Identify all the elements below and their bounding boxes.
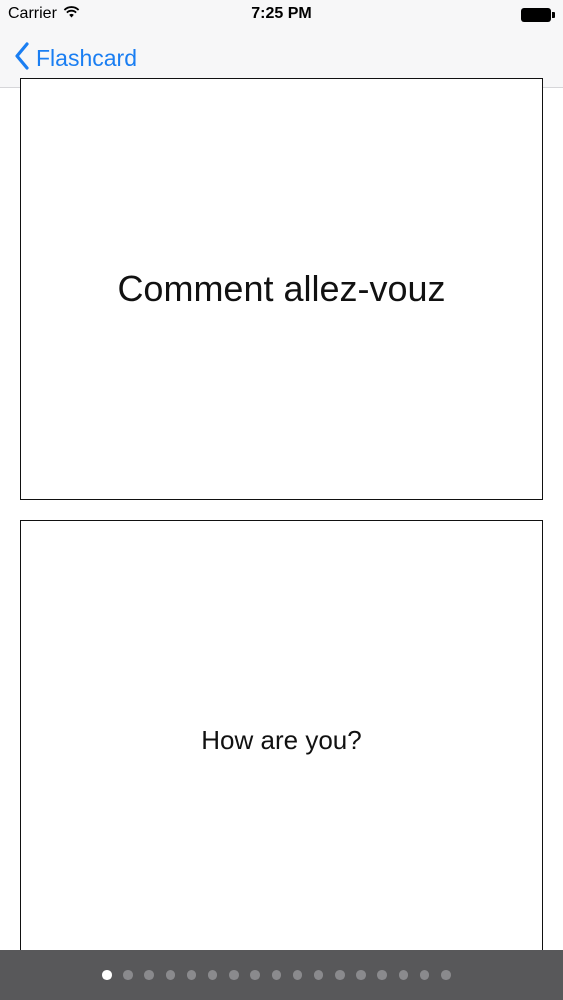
flashcard-front[interactable]: Comment allez-vouz	[20, 78, 543, 500]
back-button-label: Flashcard	[36, 44, 137, 71]
page-dot[interactable]	[144, 970, 154, 980]
page-dot[interactable]	[165, 970, 176, 980]
page-dot[interactable]	[335, 970, 345, 980]
status-time: 7:25 PM	[251, 5, 312, 22]
page-dot[interactable]	[271, 970, 281, 980]
flashcard-screen: Carrier 7:25 PM Flashcard Comment allez-…	[0, 0, 563, 1000]
page-control[interactable]	[0, 950, 563, 1000]
page-dot[interactable]	[186, 970, 197, 980]
page-dot[interactable]	[377, 970, 387, 980]
page-dot[interactable]	[207, 970, 218, 980]
page-dot[interactable]	[123, 970, 133, 980]
page-dot[interactable]	[313, 970, 324, 980]
page-dot[interactable]	[102, 970, 112, 980]
page-dots	[102, 970, 451, 980]
status-bar: Carrier 7:25 PM	[0, 0, 563, 30]
page-dot[interactable]	[419, 970, 430, 980]
flashcard-back[interactable]: How are you?	[20, 520, 543, 960]
battery-icon	[521, 8, 555, 22]
page-dot[interactable]	[250, 970, 260, 980]
page-dot[interactable]	[441, 970, 451, 980]
page-dot[interactable]	[356, 970, 366, 980]
page-dot[interactable]	[398, 970, 409, 980]
flashcard-back-text: How are you?	[201, 724, 362, 755]
page-dot[interactable]	[292, 970, 303, 980]
back-button[interactable]: Flashcard	[14, 41, 137, 75]
page-dot[interactable]	[229, 970, 239, 980]
chevron-left-icon	[14, 41, 30, 75]
flashcard-front-text: Comment allez-vouz	[117, 268, 446, 309]
